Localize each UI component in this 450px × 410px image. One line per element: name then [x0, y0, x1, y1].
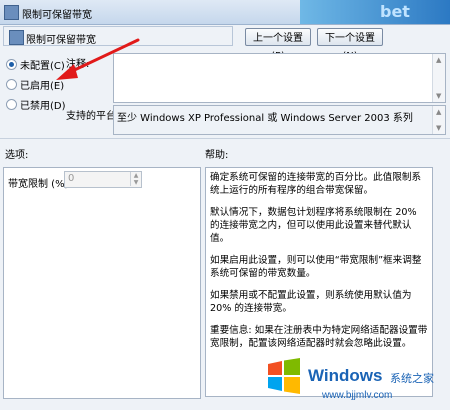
help-paragraph: 默认情况下，数据包计划程序将系统限制在 20% 的连接带宽之内，但可以使用此设置…: [210, 207, 417, 244]
help-paragraph: 如果启用此设置，则可以使用“带宽限制”框来调整系统可保留的带宽数量。: [210, 255, 422, 279]
platform-value: 至少 Windows XP Professional 或 Windows Ser…: [117, 113, 413, 124]
windows-logo-icon: [268, 358, 300, 394]
divider: [0, 138, 450, 139]
radio-indicator[interactable]: [6, 79, 17, 90]
banner-text: bet: [380, 2, 410, 21]
spin-up-icon[interactable]: ▲: [130, 172, 141, 179]
bandwidth-value: 0: [68, 173, 75, 184]
help-paragraph: 如果禁用或不配置此设置，则系统使用默认值为 20% 的连接带宽。: [210, 290, 412, 314]
windows-watermark: Windows 系统之家 www.bjjmlv.com: [262, 348, 450, 410]
watermark-url: www.bjjmlv.com: [322, 390, 393, 401]
radio-disabled[interactable]: 已禁用(D): [6, 97, 66, 112]
help-paragraph: 重要信息: 如果在注册表中为特定网络适配器设置带宽限制，配置该网络适配器时就会忽…: [210, 325, 428, 349]
previous-setting-button[interactable]: 上一个设置(P): [245, 28, 311, 62]
red-arrow-annotation: [56, 38, 140, 80]
bandwidth-spinbox[interactable]: 0 ▲ ▼: [64, 171, 142, 188]
window-title: 限制可保留带宽: [22, 10, 92, 21]
scroll-down-icon[interactable]: ▼: [436, 124, 441, 132]
bandwidth-label: 带宽限制 (%):: [8, 179, 72, 190]
spin-down-icon[interactable]: ▼: [130, 179, 141, 186]
arrow-shaft: [64, 38, 140, 76]
platform-box: 至少 Windows XP Professional 或 Windows Ser…: [113, 105, 446, 135]
policy-icon: [4, 5, 19, 20]
next-setting-button[interactable]: 下一个设置(N): [317, 28, 383, 62]
help-paragraph: 确定系统可保留的连接带宽的百分比。此值限制系统上运行的所有程序的组合带宽保留。: [210, 172, 422, 196]
arrow-head: [56, 64, 78, 80]
platform-scrollbar[interactable]: ▲ ▼: [432, 106, 445, 134]
help-section-label: 帮助:: [205, 150, 229, 161]
comment-scrollbar[interactable]: ▲ ▼: [432, 54, 445, 102]
scroll-up-icon[interactable]: ▲: [436, 56, 441, 64]
scroll-up-icon[interactable]: ▲: [436, 108, 441, 116]
options-section-label: 选项:: [5, 150, 29, 161]
policy-icon: [9, 30, 24, 45]
radio-indicator[interactable]: [6, 59, 17, 70]
platform-label: 支持的平台:: [66, 111, 120, 122]
watermark-windows-text: Windows: [308, 366, 383, 385]
options-panel: [3, 167, 201, 399]
scroll-down-icon[interactable]: ▼: [436, 92, 441, 100]
comment-textarea[interactable]: ▲ ▼: [113, 53, 446, 103]
watermark-cn-text: 系统之家: [390, 372, 434, 385]
title-bar: 限制可保留带宽 bet: [0, 0, 450, 25]
banner-image: bet: [300, 0, 450, 24]
radio-indicator[interactable]: [6, 99, 17, 110]
